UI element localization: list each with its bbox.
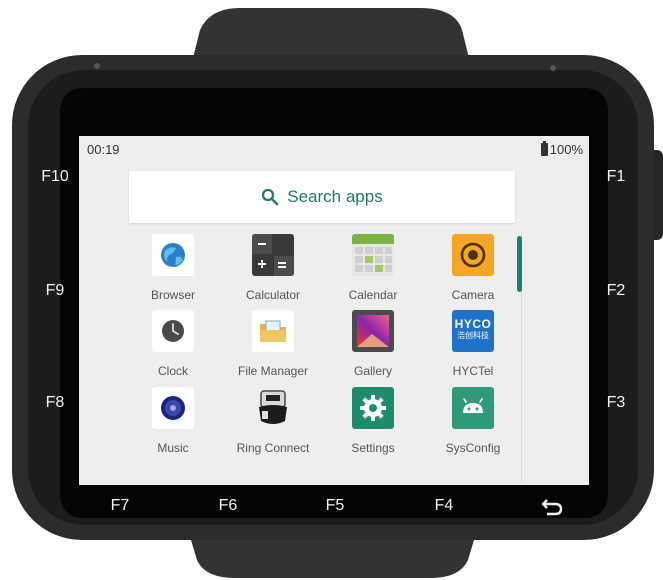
app-label: HYCTel	[452, 364, 494, 378]
clock-icon	[152, 310, 194, 352]
ring-connect-icon	[252, 387, 294, 429]
f5-key[interactable]: F5	[315, 497, 355, 515]
screen: 00:19 100% Search apps Browser Calculato…	[79, 136, 589, 485]
app-hyctel[interactable]: HYCO 浩创科技 HYCTel	[423, 310, 523, 378]
settings-icon	[352, 387, 394, 429]
app-gallery[interactable]: Gallery	[323, 310, 423, 378]
f6-key[interactable]: F6	[208, 497, 248, 515]
hyctel-logo-subtext: 浩创科技	[457, 331, 489, 340]
app-file-manager[interactable]: File Manager	[223, 310, 323, 378]
app-label: Clock	[157, 364, 188, 378]
gallery-icon	[352, 310, 394, 352]
status-battery: 100%	[540, 141, 583, 157]
f3-key[interactable]: F3	[596, 394, 636, 412]
file-manager-icon	[252, 310, 294, 352]
browser-icon	[152, 234, 194, 276]
f7-key[interactable]: F7	[100, 497, 140, 515]
music-icon	[152, 387, 194, 429]
app-music[interactable]: Music	[123, 387, 223, 455]
app-ring-connect[interactable]: Ring Connect	[223, 387, 323, 455]
search-placeholder: Search apps	[287, 187, 383, 206]
hyctel-icon: HYCO 浩创科技	[452, 310, 494, 352]
battery-level: 100%	[549, 142, 583, 157]
calculator-icon	[252, 234, 294, 276]
app-label: Camera	[451, 288, 495, 302]
back-arrow-icon[interactable]	[532, 496, 572, 521]
app-calendar[interactable]: Calendar	[323, 234, 423, 302]
app-camera[interactable]: Camera	[423, 234, 523, 302]
app-clock[interactable]: Clock	[123, 310, 223, 378]
app-settings[interactable]: Settings	[323, 387, 423, 455]
app-label: Music	[157, 441, 189, 455]
f8-key[interactable]: F8	[35, 394, 75, 412]
camera-icon	[452, 234, 494, 276]
app-label: Ring Connect	[236, 441, 310, 455]
search-icon	[262, 188, 279, 206]
app-sysconfig[interactable]: SysConfig	[423, 387, 523, 455]
search-apps-bar[interactable]: Search apps	[129, 171, 515, 223]
calendar-icon	[352, 234, 394, 276]
app-label: File Manager	[237, 364, 309, 378]
hyctel-logo-text: HYCO	[454, 317, 492, 331]
f4-key[interactable]: F4	[424, 497, 464, 515]
app-label: SysConfig	[445, 441, 501, 455]
app-label: Calendar	[348, 288, 398, 302]
f10-key[interactable]: F10	[35, 168, 75, 186]
f9-key[interactable]: F9	[35, 282, 75, 300]
app-label: Browser	[150, 288, 195, 302]
app-label: Calculator	[245, 288, 301, 302]
battery-icon	[540, 141, 548, 156]
status-time: 00:19	[87, 142, 120, 157]
sysconfig-icon	[452, 387, 494, 429]
app-label: Settings	[351, 441, 395, 455]
app-label: Gallery	[353, 364, 392, 378]
app-calculator[interactable]: Calculator	[223, 234, 323, 302]
f1-key[interactable]: F1	[596, 168, 636, 186]
f2-key[interactable]: F2	[596, 282, 636, 300]
app-browser[interactable]: Browser	[123, 234, 223, 302]
